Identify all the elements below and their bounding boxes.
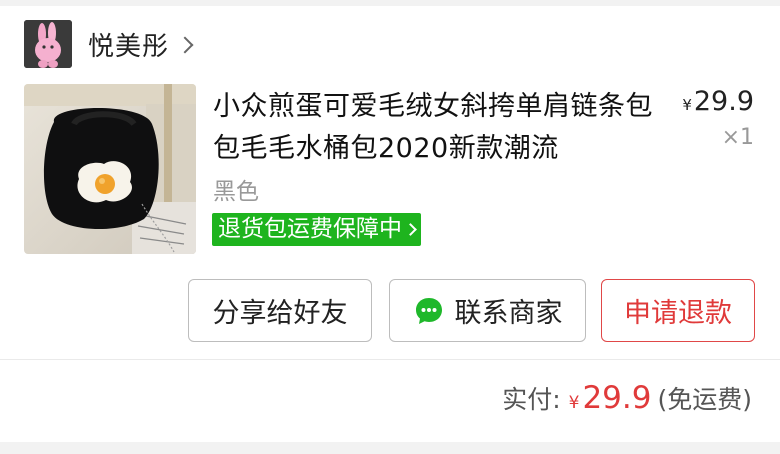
share-button-label: 分享给好友 <box>212 298 348 329</box>
share-to-friend-button[interactable]: 分享给好友 <box>188 279 372 342</box>
price-currency: ¥ <box>682 96 692 114</box>
top-divider <box>0 0 780 6</box>
total-amount: ¥29.9 <box>569 380 652 416</box>
badge-label: 退货包运费保障中 <box>218 216 402 242</box>
refund-button-label: 申请退款 <box>624 298 732 329</box>
divider <box>0 359 780 360</box>
shipping-note: (免运费) <box>657 385 752 414</box>
total-value: 29.9 <box>582 380 652 416</box>
product-image[interactable] <box>24 84 196 254</box>
product-quantity: ×1 <box>721 125 754 150</box>
black-fluffy-bag-with-fried-egg-icon <box>24 84 196 254</box>
shop-header[interactable]: 悦美彤 <box>24 20 194 68</box>
pink-rabbit-avatar-icon <box>24 20 72 68</box>
bottom-divider <box>0 442 780 454</box>
total-currency: ¥ <box>568 393 580 413</box>
apply-refund-button[interactable]: 申请退款 <box>601 279 755 342</box>
contact-merchant-button[interactable]: 联系商家 <box>389 279 586 342</box>
return-shipping-insurance-badge[interactable]: 退货包运费保障中 <box>212 213 421 246</box>
chat-bubble-icon <box>415 297 442 324</box>
shop-avatar[interactable] <box>24 20 72 68</box>
shop-name[interactable]: 悦美彤 <box>88 26 169 63</box>
chevron-right-icon[interactable] <box>176 36 194 54</box>
total-label: 实付: <box>502 385 561 414</box>
price-value: 29.9 <box>693 86 754 117</box>
product-variant: 黑色 <box>213 179 259 205</box>
product-price: ¥29.9 <box>682 86 754 117</box>
product-title[interactable]: 小众煎蛋可爱毛绒女斜挎单肩链条包包毛毛水桶包2020新款潮流 <box>213 86 663 170</box>
contact-button-label: 联系商家 <box>454 298 563 329</box>
total-paid-row: 实付: ¥29.9 (免运费) <box>502 380 752 420</box>
chevron-right-icon <box>404 223 417 236</box>
order-card: 悦美彤 小众煎蛋可爱毛绒女斜挎单肩链条包包毛毛水桶包2020新款潮流 ¥29.9… <box>0 0 780 442</box>
